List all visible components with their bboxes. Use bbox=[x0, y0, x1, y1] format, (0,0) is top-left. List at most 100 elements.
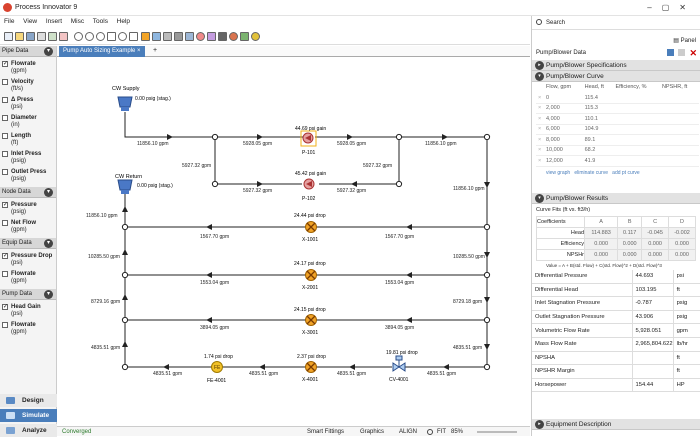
line-tool-icon[interactable] bbox=[218, 32, 227, 41]
node-data-option[interactable]: ✓ Pressure (psig) bbox=[0, 202, 56, 216]
collapse-icon[interactable]: ▾ bbox=[44, 47, 53, 56]
curve-cell[interactable]: 68.2 bbox=[582, 145, 614, 156]
curve-cell[interactable] bbox=[613, 92, 660, 104]
curve-cell[interactable]: 115.4 bbox=[582, 92, 614, 104]
text-tool-icon[interactable] bbox=[129, 32, 138, 41]
collapse-icon[interactable]: ▾ bbox=[535, 193, 544, 203]
curve-row[interactable]: × 2,000 115.3 bbox=[536, 103, 699, 114]
print-icon[interactable] bbox=[37, 32, 46, 41]
fitting-tool-icon[interactable] bbox=[163, 32, 172, 41]
specs-header[interactable]: ▸ Pump/Blower Specifications bbox=[532, 60, 700, 71]
equip-data-option[interactable]: ✓ Pressure Drop (psi) bbox=[0, 253, 56, 267]
valve-x4001-icon[interactable] bbox=[305, 361, 317, 373]
nav-simulate[interactable]: Simulate bbox=[0, 409, 57, 422]
menu-view[interactable]: View bbox=[23, 17, 37, 27]
menu-misc[interactable]: Misc bbox=[71, 17, 84, 27]
curve-cell[interactable] bbox=[613, 103, 660, 114]
curve-cell[interactable]: 89.1 bbox=[582, 134, 614, 146]
pipe-data-option[interactable]: Diameter (in) bbox=[0, 115, 56, 129]
curve-cell[interactable] bbox=[659, 92, 699, 104]
curve-row[interactable]: × 8,000 89.1 bbox=[536, 134, 699, 146]
curve-cell[interactable] bbox=[659, 155, 699, 167]
search-icon[interactable] bbox=[427, 429, 433, 435]
pipe-network-diagram[interactable]: CW Supply 0.00 psig (stag.) CW Return 0.… bbox=[57, 57, 530, 425]
collapse-icon[interactable]: ▾ bbox=[535, 72, 544, 81]
checkbox[interactable] bbox=[2, 322, 8, 328]
curve-cell[interactable]: 10,000 bbox=[544, 145, 583, 156]
checkbox[interactable] bbox=[2, 169, 8, 175]
valve-tool-icon[interactable] bbox=[141, 32, 150, 41]
open-folder-icon[interactable] bbox=[15, 32, 24, 41]
pipe-data-option[interactable]: Inlet Press (psig) bbox=[0, 151, 56, 165]
pipe-tool-icon[interactable] bbox=[185, 32, 194, 41]
curve-row[interactable]: × 6,000 104.9 bbox=[536, 124, 699, 135]
save-icon[interactable] bbox=[667, 49, 674, 56]
image-icon[interactable] bbox=[59, 32, 68, 41]
pump-data-header[interactable]: Pump Data ▾ bbox=[0, 289, 56, 300]
collapse-icon[interactable]: ▾ bbox=[44, 188, 53, 197]
curve-row[interactable]: × 0 115.4 bbox=[536, 92, 699, 104]
exchanger-tool-icon[interactable] bbox=[207, 32, 216, 41]
curve-cell[interactable] bbox=[613, 145, 660, 156]
tank-tool-icon[interactable] bbox=[152, 32, 161, 41]
checkbox[interactable]: ✓ bbox=[2, 253, 8, 259]
pump-data-option[interactable]: ✓ Head Gain (psi) bbox=[0, 304, 56, 318]
add-pt-curve-link[interactable]: add pt curve bbox=[612, 170, 640, 176]
checkbox[interactable]: ✓ bbox=[2, 61, 8, 67]
checkbox[interactable] bbox=[2, 97, 8, 103]
search-box[interactable]: Search bbox=[532, 16, 700, 30]
curve-cell[interactable] bbox=[659, 134, 699, 146]
pump-p102-icon[interactable] bbox=[303, 178, 315, 190]
pump-p101-icon[interactable] bbox=[302, 132, 314, 144]
pan-icon[interactable] bbox=[85, 32, 94, 41]
wrench-icon[interactable] bbox=[174, 32, 183, 41]
curve-cell[interactable]: 0 bbox=[544, 92, 583, 104]
window-controls[interactable]: –▢✕ bbox=[647, 3, 696, 12]
sun-icon[interactable] bbox=[251, 32, 260, 41]
curve-header[interactable]: ▾ Pump/Blower Curve bbox=[532, 71, 700, 82]
rectangle-icon[interactable] bbox=[107, 32, 116, 41]
valve-x3001-icon[interactable] bbox=[305, 314, 317, 326]
add-tab-button[interactable]: + bbox=[153, 47, 157, 54]
menu-tools[interactable]: Tools bbox=[93, 17, 108, 27]
checkbox[interactable] bbox=[2, 220, 8, 226]
panel-toggle[interactable]: ▤ Panel bbox=[673, 37, 696, 44]
curve-cell[interactable]: 41.9 bbox=[582, 155, 614, 167]
pipe-data-option[interactable]: Length (ft) bbox=[0, 133, 56, 147]
view-graph-link[interactable]: view graph bbox=[546, 170, 570, 176]
curve-row[interactable]: × 4,000 110.1 bbox=[536, 113, 699, 125]
curve-cell[interactable]: 8,000 bbox=[544, 134, 583, 146]
valve-x1001-icon[interactable] bbox=[305, 221, 317, 233]
collapse-icon[interactable]: ▾ bbox=[44, 239, 53, 248]
flowsheet-canvas[interactable]: CW Supply 0.00 psig (stag.) CW Return 0.… bbox=[57, 57, 530, 425]
checkbox[interactable] bbox=[2, 79, 8, 85]
close-tab-icon[interactable]: × bbox=[137, 48, 141, 54]
export-icon[interactable] bbox=[48, 32, 57, 41]
circle-icon[interactable] bbox=[118, 32, 127, 41]
curve-cell[interactable] bbox=[613, 134, 660, 146]
copy-icon[interactable] bbox=[678, 49, 685, 56]
pipe-data-option[interactable]: Δ Press (psi) bbox=[0, 97, 56, 111]
valve-x2001-icon[interactable] bbox=[305, 269, 317, 281]
menu-insert[interactable]: Insert bbox=[46, 17, 62, 27]
menu-help[interactable]: Help bbox=[117, 17, 130, 27]
curve-cell[interactable] bbox=[659, 113, 699, 125]
pipe-data-option[interactable]: Velocity (ft/s) bbox=[0, 79, 56, 93]
checkbox[interactable]: ✓ bbox=[2, 202, 8, 208]
delete-row-icon[interactable]: × bbox=[536, 124, 544, 135]
checkbox[interactable]: ✓ bbox=[2, 304, 8, 310]
cw-return-tank-icon[interactable] bbox=[117, 179, 133, 194]
delete-row-icon[interactable]: × bbox=[536, 113, 544, 125]
pump-tool-icon[interactable] bbox=[196, 32, 205, 41]
equip-data-option[interactable]: Flowrate (gpm) bbox=[0, 271, 56, 285]
checkbox[interactable] bbox=[2, 151, 8, 157]
pipe-data-option[interactable]: ✓ Flowrate (gpm) bbox=[0, 61, 56, 75]
tab-pump-auto-sizing[interactable]: Pump Auto Sizing Example × bbox=[59, 46, 145, 57]
curve-cell[interactable] bbox=[613, 155, 660, 167]
nav-analyze[interactable]: Analyze bbox=[0, 424, 57, 437]
curve-cell[interactable] bbox=[613, 124, 660, 135]
checkbox[interactable] bbox=[2, 133, 8, 139]
cw-supply-tank-icon[interactable] bbox=[117, 96, 133, 111]
eliminate-curve-link[interactable]: eliminate curve bbox=[574, 170, 608, 176]
delete-row-icon[interactable]: × bbox=[536, 145, 544, 156]
